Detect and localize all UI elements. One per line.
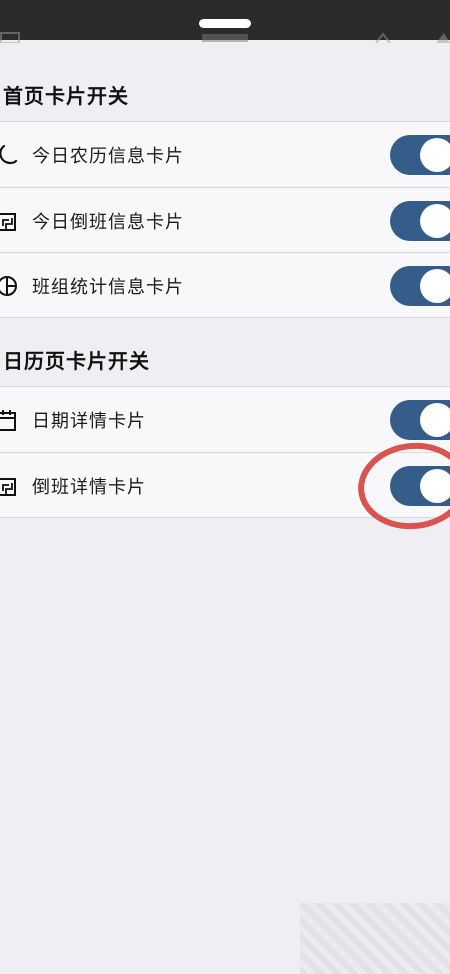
calendar-status-icon xyxy=(0,28,22,44)
home-cards-section-title: 首页卡片开关 xyxy=(3,84,129,108)
row-label: 班组统计信息卡片 xyxy=(32,277,184,298)
date-detail-card-toggle[interactable] xyxy=(390,400,450,440)
signal-status-icon xyxy=(432,28,450,43)
moon-icon xyxy=(0,142,20,168)
calendar-icon xyxy=(0,407,20,433)
list-item[interactable]: 班组统计信息卡片 xyxy=(0,252,450,317)
pie-chart-icon xyxy=(0,273,20,299)
shift-card-toggle[interactable] xyxy=(390,201,450,241)
row-label: 今日倒班信息卡片 xyxy=(32,212,184,233)
status-text-icon xyxy=(202,28,248,42)
list-item[interactable]: 今日农历信息卡片 xyxy=(0,122,450,187)
watermark xyxy=(300,903,450,974)
row-label: 倒班详情卡片 xyxy=(32,477,146,498)
shift-icon xyxy=(0,473,20,499)
calendar-cards-section-title: 日历页卡片开关 xyxy=(3,349,150,373)
settings-screen: 首页卡片开关 今日农历信息卡片 今日倒班信息卡片 班组统计信息卡片 日历页卡片开… xyxy=(0,0,450,974)
lunar-card-toggle[interactable] xyxy=(390,135,450,175)
home-indicator[interactable] xyxy=(199,19,251,28)
team-stats-card-toggle[interactable] xyxy=(390,266,450,306)
list-item[interactable]: 日期详情卡片 xyxy=(0,387,450,452)
shift-icon xyxy=(0,208,20,234)
toggle-knob xyxy=(420,269,450,303)
toggle-knob xyxy=(420,403,450,437)
home-cards-group: 今日农历信息卡片 今日倒班信息卡片 班组统计信息卡片 xyxy=(0,121,450,318)
list-item[interactable]: 今日倒班信息卡片 xyxy=(0,187,450,252)
status-bar xyxy=(0,0,450,44)
row-label: 今日农历信息卡片 xyxy=(32,146,184,167)
row-label: 日期详情卡片 xyxy=(32,411,146,432)
toggle-knob xyxy=(420,138,450,172)
home-status-icon xyxy=(374,28,392,44)
toggle-knob xyxy=(420,204,450,238)
